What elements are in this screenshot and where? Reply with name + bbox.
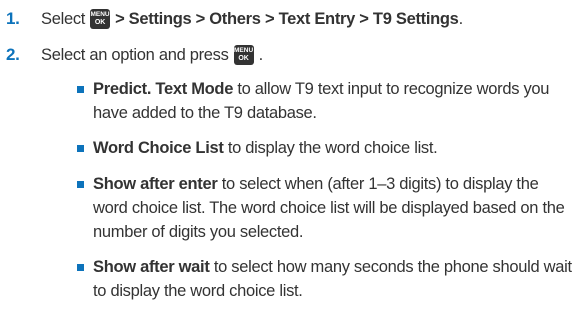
square-bullet-icon bbox=[77, 264, 84, 271]
option-predict-text-mode: Predict. Text Mode to allow T9 text inpu… bbox=[77, 77, 577, 125]
square-bullet-icon bbox=[77, 181, 84, 188]
menu-ok-key-icon: MENU OK bbox=[90, 9, 111, 29]
step-number: 1. bbox=[6, 9, 20, 28]
option-term: Show after enter bbox=[93, 175, 218, 193]
step-instruction: Select an option and press bbox=[41, 45, 229, 64]
square-bullet-icon bbox=[77, 86, 84, 93]
step-2: 2. Select an option and press MENU OK . bbox=[0, 42, 584, 68]
step-number: 2. bbox=[6, 45, 20, 64]
menu-ok-key-icon: MENU OK bbox=[233, 45, 254, 65]
step-prefix: Select bbox=[41, 9, 86, 28]
step-1: 1. Select MENU OK > Settings > Others > … bbox=[0, 6, 584, 32]
option-description: to display the word choice list. bbox=[223, 139, 438, 157]
option-word-choice-list: Word Choice List to display the word cho… bbox=[77, 136, 577, 160]
menu-path: > Settings > Others > Text Entry > T9 Se… bbox=[115, 9, 459, 28]
option-term: Predict. Text Mode bbox=[93, 80, 234, 98]
step-text: Select an option and press MENU OK . bbox=[41, 45, 263, 65]
step-suffix: . bbox=[258, 45, 264, 64]
option-show-after-wait: Show after wait to select how many secon… bbox=[77, 255, 577, 303]
square-bullet-icon bbox=[77, 145, 84, 152]
option-term: Word Choice List bbox=[93, 139, 224, 157]
option-show-after-enter: Show after enter to select when (after 1… bbox=[77, 172, 577, 244]
step-text: Select MENU OK > Settings > Others > Tex… bbox=[41, 9, 463, 29]
step-suffix: . bbox=[458, 9, 464, 28]
option-term: Show after wait bbox=[93, 258, 210, 276]
